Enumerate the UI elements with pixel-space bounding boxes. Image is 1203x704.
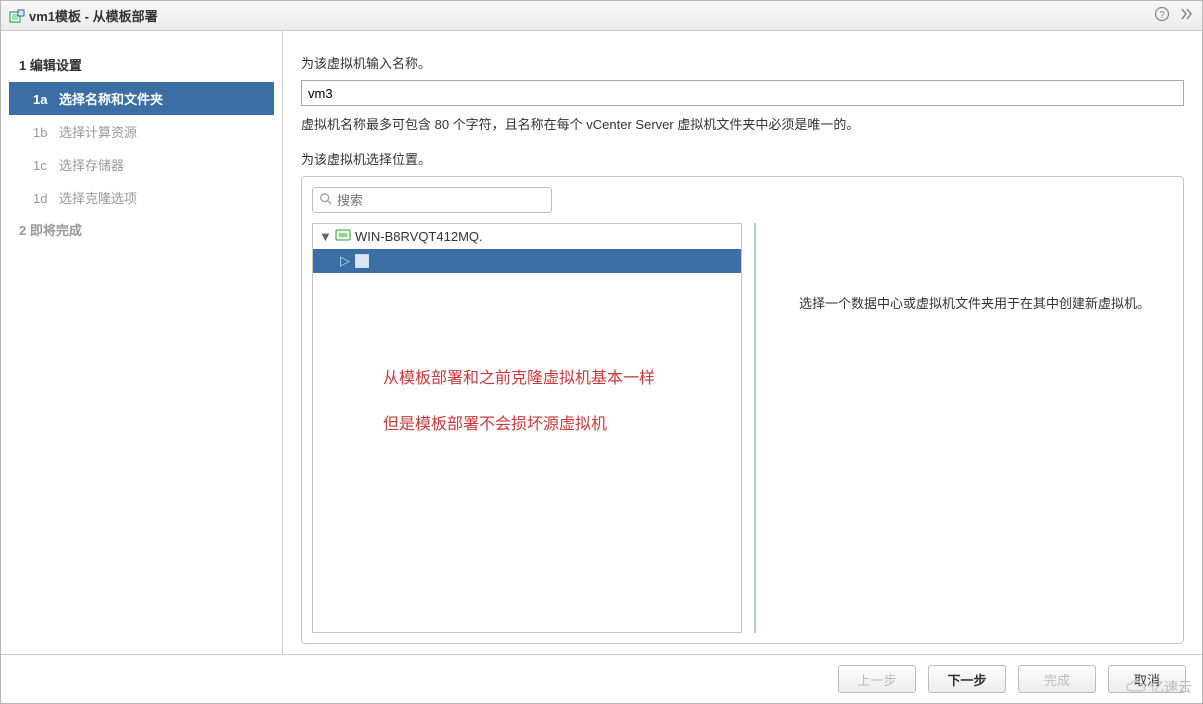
substep-1c[interactable]: 1c选择存储器 <box>9 148 274 181</box>
step-2-header: 2 即将完成 <box>9 214 274 245</box>
search-input[interactable] <box>333 193 545 208</box>
back-button[interactable]: 上一步 <box>838 665 916 693</box>
location-tree[interactable]: ▼ WIN-B8RVQT412MQ. ▷ 从模板部署和之前 <box>312 223 742 633</box>
search-icon <box>319 192 333 209</box>
vm-template-icon <box>9 9 25 23</box>
svg-text:?: ? <box>1159 10 1165 21</box>
search-wrap <box>312 187 1173 213</box>
collapse-toggle-icon[interactable]: ▼ <box>319 229 331 244</box>
substep-1a[interactable]: 1a选择名称和文件夹 <box>9 82 274 115</box>
dialog-body: 1 编辑设置 1a选择名称和文件夹 1b选择计算资源 1c选择存储器 1d选择克… <box>1 31 1202 654</box>
finish-button[interactable]: 完成 <box>1018 665 1096 693</box>
expand-toggle-icon[interactable]: ▷ <box>339 253 351 269</box>
title-bar: vm1模板 - 从模板部署 ? <box>1 1 1202 31</box>
vcenter-icon <box>335 228 351 245</box>
name-hint: 虚拟机名称最多可包含 80 个字符，且名称在每个 vCenter Server … <box>301 114 1184 133</box>
annotation-overlay: 从模板部署和之前克隆虚拟机基本一样 但是模板部署不会损坏源虚拟机 <box>383 364 655 456</box>
substep-code: 1a <box>33 92 59 107</box>
vm-name-input[interactable] <box>301 80 1184 106</box>
datacenter-icon <box>355 254 369 268</box>
substep-code: 1d <box>33 191 59 206</box>
cancel-button[interactable]: 取消 <box>1108 665 1186 693</box>
wizard-dialog: vm1模板 - 从模板部署 ? 1 编辑设置 1a选择名称和文件夹 1b选择计算… <box>0 0 1203 704</box>
side-hint-text: 选择一个数据中心或虚拟机文件夹用于在其中创建新虚拟机。 <box>799 293 1150 312</box>
step-1-header: 1 编辑设置 <box>9 49 274 80</box>
expand-icon[interactable] <box>1178 6 1194 25</box>
location-prompt: 为该虚拟机选择位置。 <box>301 149 1184 168</box>
tree-row: ▼ WIN-B8RVQT412MQ. ▷ 从模板部署和之前 <box>312 223 1173 633</box>
substep-1d[interactable]: 1d选择克隆选项 <box>9 181 274 214</box>
substep-code: 1b <box>33 125 59 140</box>
name-prompt: 为该虚拟机输入名称。 <box>301 53 1184 72</box>
tree-root-node[interactable]: ▼ WIN-B8RVQT412MQ. <box>313 224 741 249</box>
dialog-footer: 上一步 下一步 完成 取消 <box>1 654 1202 703</box>
substep-label: 选择名称和文件夹 <box>59 92 163 107</box>
substep-label: 选择计算资源 <box>59 125 137 140</box>
dialog-title-wrap: vm1模板 - 从模板部署 <box>9 6 1154 25</box>
wizard-sidebar: 1 编辑设置 1a选择名称和文件夹 1b选择计算资源 1c选择存储器 1d选择克… <box>1 31 283 654</box>
substep-label: 选择存储器 <box>59 158 124 173</box>
substep-1b[interactable]: 1b选择计算资源 <box>9 115 274 148</box>
help-icon[interactable]: ? <box>1154 6 1170 25</box>
dialog-title: vm1模板 - 从模板部署 <box>29 6 158 25</box>
location-panel: ▼ WIN-B8RVQT412MQ. ▷ 从模板部署和之前 <box>301 176 1184 644</box>
tree-root-label: WIN-B8RVQT412MQ. <box>355 229 483 244</box>
search-box[interactable] <box>312 187 552 213</box>
substep-label: 选择克隆选项 <box>59 191 137 206</box>
side-hint: 选择一个数据中心或虚拟机文件夹用于在其中创建新虚拟机。 <box>754 223 1173 633</box>
titlebar-controls: ? <box>1154 6 1194 25</box>
annotation-line-2: 但是模板部署不会损坏源虚拟机 <box>383 410 655 434</box>
tree-datacenter-node[interactable]: ▷ <box>313 249 741 273</box>
substep-code: 1c <box>33 158 59 173</box>
wizard-content: 为该虚拟机输入名称。 虚拟机名称最多可包含 80 个字符，且名称在每个 vCen… <box>283 31 1202 654</box>
annotation-line-1: 从模板部署和之前克隆虚拟机基本一样 <box>383 364 655 388</box>
next-button[interactable]: 下一步 <box>928 665 1006 693</box>
